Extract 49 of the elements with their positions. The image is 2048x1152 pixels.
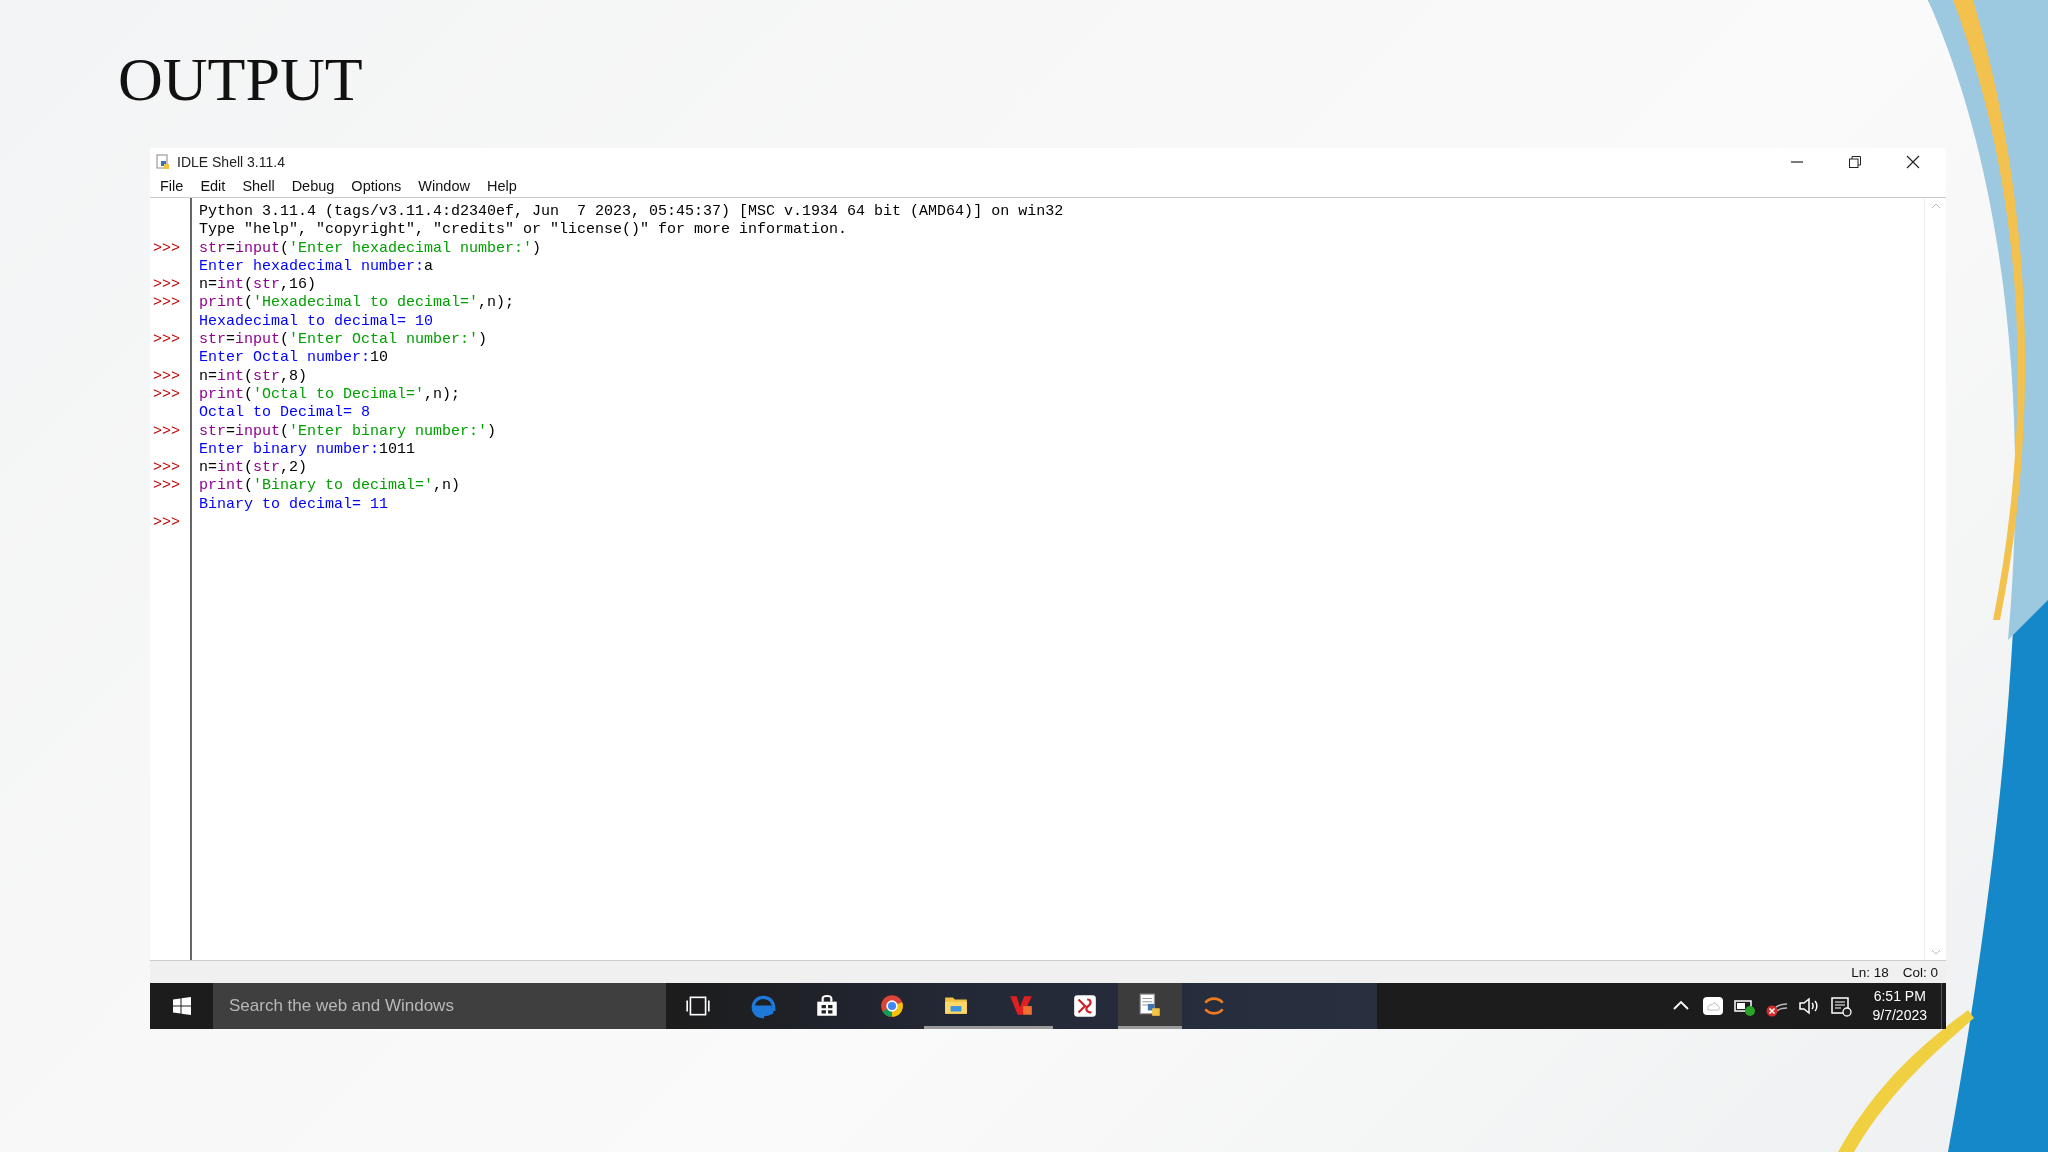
code-line: Python 3.11.4 (tags/v3.11.4:d2340ef, Jun 7 2023, 05:45:37) [MSC v.1934 64 bit (AMD64)] on win32 [199,203,1064,220]
menu-item[interactable]: Debug [291,178,335,194]
shell-prompt: >>> [152,367,180,385]
taskbar-app-button[interactable] [1117,983,1182,1029]
menu-item[interactable]: Window [418,178,470,194]
search-field[interactable]: Search the web and Windows [213,983,666,1029]
code-line: n=int(str,2) [199,459,308,477]
code-line: Hexadecimal to decimal= 10 [199,312,434,330]
code-line: Enter binary number:1011 [199,440,416,458]
app-tile-icon [1072,993,1099,1019]
code-line: print('Hexadecimal to decimal=',n); [199,294,515,312]
code-line: Binary to decimal= 11 [199,495,389,513]
code-line: n=int(str,16) [199,276,317,294]
round-browser-icon [878,993,905,1019]
close-icon[interactable] [1906,154,1920,169]
shell-prompt: >>> [152,294,180,312]
menu-item[interactable]: Edit [200,178,226,194]
python-file-icon [155,153,171,170]
code-line: Octal to Decimal= 8 [199,404,371,422]
shell-prompt: >>> [152,331,180,349]
shell-prompt: >>> [152,276,180,294]
code-line: n=int(str,8) [199,367,308,385]
windows-logo-icon [172,997,191,1015]
notifications-icon[interactable] [1828,994,1853,1018]
shell-prompt: >>> [152,459,180,477]
code-line: str=input('Enter hexadecimal number:') [199,239,542,257]
shell-prompt: >>> [152,422,180,440]
slide-title: OUTPUT [117,44,363,100]
window-title: IDLE Shell 3.11.4 [177,153,285,170]
code-line: str=input('Enter binary number:') [199,422,497,440]
menu-item[interactable]: File [160,178,184,194]
menu-item[interactable]: Help [486,178,517,194]
menu-item[interactable]: Shell [242,178,275,194]
shell-prompt: >>> [152,514,180,532]
line-number-status: Ln: 18 [1851,964,1889,980]
restore-icon[interactable] [1848,154,1862,169]
code-line: print('Binary to decimal=',n) [199,477,461,495]
shell-prompt: >>> [152,477,180,495]
shell-prompt: >>> [152,385,180,403]
code-line: Type "help", "copyright", "credits" or "license()" for more information. [199,221,848,239]
code-line: print('Octal to Decimal=',n); [199,385,461,403]
code-line: Enter hexadecimal number:a [199,257,434,275]
shell-prompt: >>> [152,239,180,257]
clock[interactable]: 6:51 PM 9/7/2023 [1852,987,1941,1025]
code-line: Enter Octal number:10 [199,349,389,367]
code-line: str=input('Enter Octal number:') [199,331,488,349]
column-status: Col: 0 [1902,964,1938,980]
cloud-icon[interactable] [1700,994,1725,1018]
menu-item[interactable]: Options [351,178,402,194]
